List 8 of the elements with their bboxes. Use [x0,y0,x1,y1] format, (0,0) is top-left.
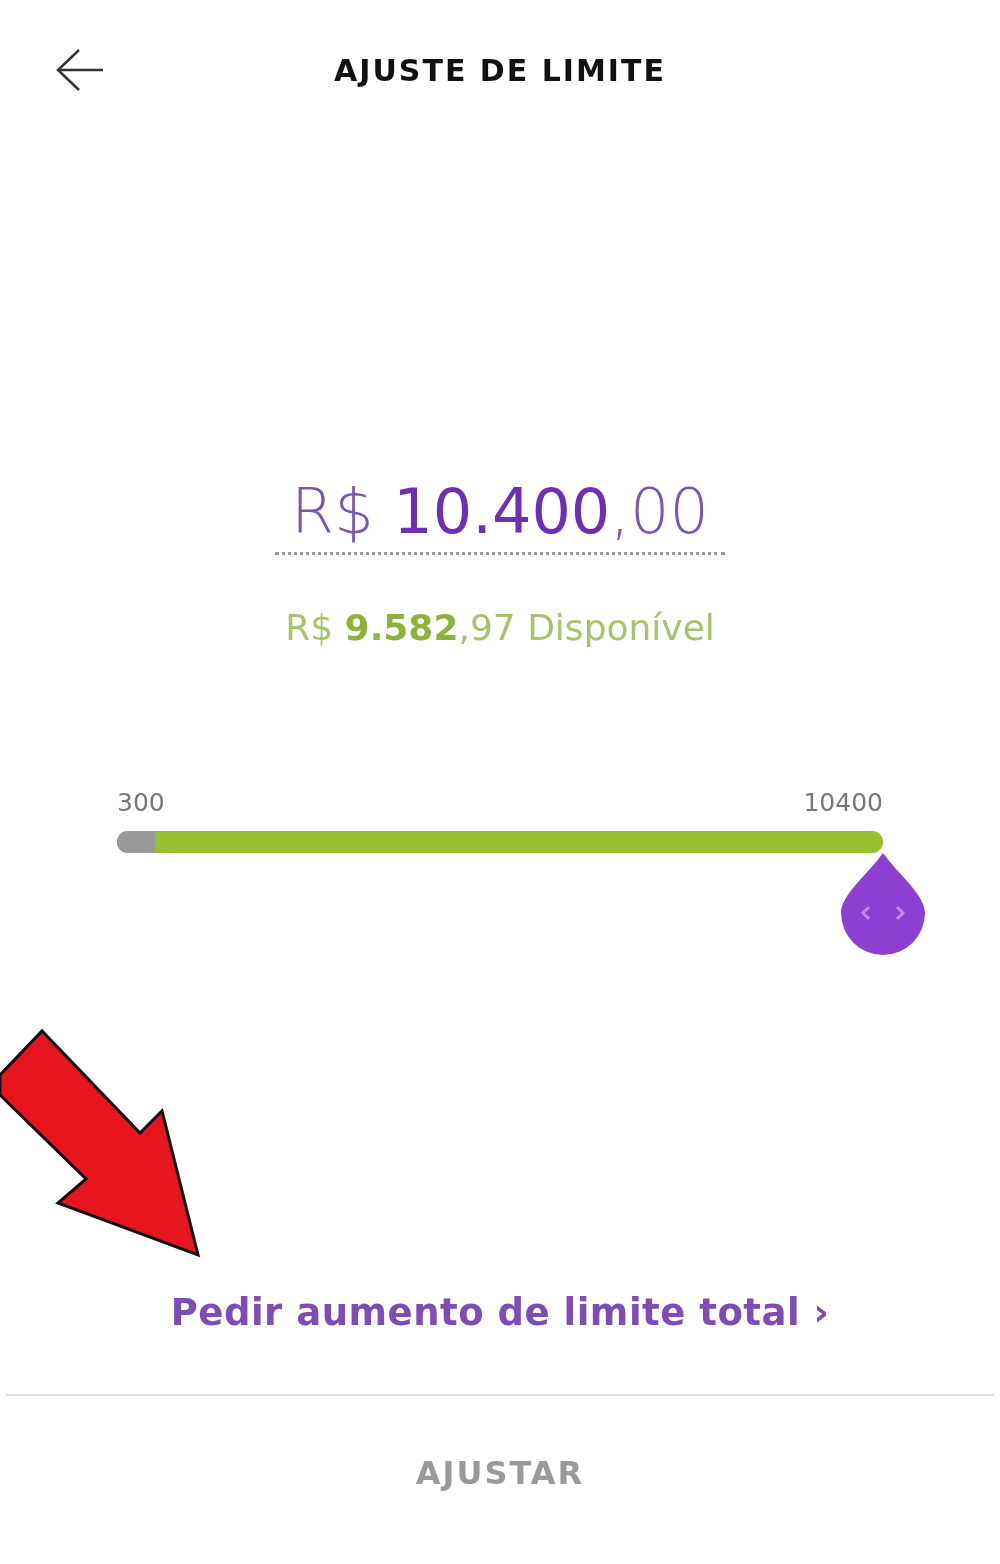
available-amount: R$ 9.582,97 Disponível [285,607,715,648]
limit-amount[interactable]: R$ 10.400,00 [275,475,725,555]
screen-title: AJUSTE DE LIMITE [334,52,666,88]
increase-limit-link[interactable]: Pedir aumento de limite total › [170,1291,830,1334]
min-label: 300 [117,788,165,817]
max-label: 10400 [803,788,883,817]
slider-thumb[interactable] [839,851,927,957]
back-icon[interactable] [55,48,105,92]
